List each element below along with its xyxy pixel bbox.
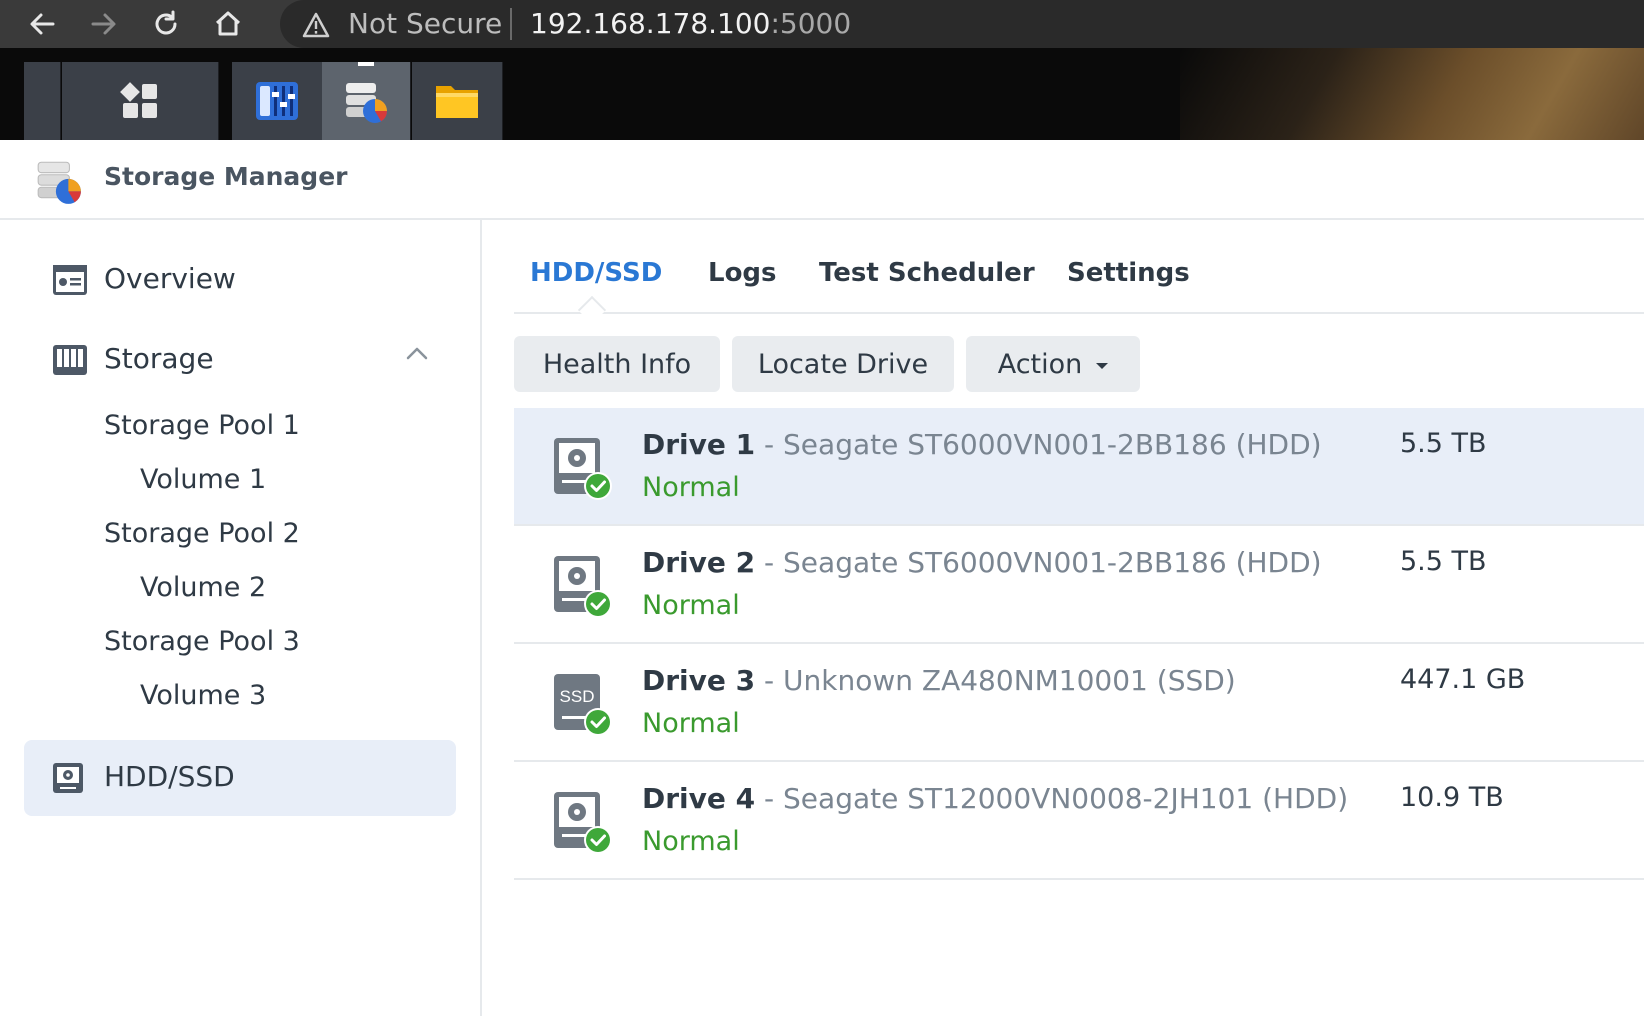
forward-button[interactable] — [84, 4, 124, 44]
home-icon — [215, 11, 241, 36]
active-indicator — [358, 62, 374, 66]
url-text[interactable]: 192.168.178.100:5000 — [530, 6, 851, 42]
locate-drive-button[interactable]: Locate Drive — [732, 336, 954, 392]
hdd-status-icon — [554, 792, 612, 854]
storage-manager-icon — [346, 83, 387, 123]
storage-manager-window: Storage Manager Overview Storage Storage… — [0, 140, 1644, 1016]
forward-arrow-icon — [91, 13, 116, 35]
drive-size: 10.9 TB — [1400, 782, 1504, 813]
locate-drive-label: Locate Drive — [757, 348, 929, 380]
sidebar-item-storage-pool-3[interactable]: Storage Pool 3 — [104, 626, 300, 657]
tab-logs[interactable]: Logs — [708, 258, 777, 288]
drive-row[interactable]: Drive 1 - Seagate ST6000VN001-2BB186 (HD… — [514, 408, 1644, 526]
warning-icon — [302, 12, 330, 38]
tab-bar: HDD/SSD Logs Test Scheduler Settings — [514, 220, 1644, 325]
drive-size: 5.5 TB — [1400, 428, 1487, 459]
main-menu-icon — [120, 82, 157, 118]
tab-test-scheduler[interactable]: Test Scheduler — [819, 258, 1035, 288]
sidebar-item-volume-2[interactable]: Volume 2 — [140, 572, 266, 603]
drive-status: Normal — [642, 590, 740, 621]
drive-model: - Seagate ST6000VN001-2BB186 (HDD) — [755, 428, 1322, 461]
hdd-status-icon — [554, 438, 612, 500]
dsm-taskbar — [0, 48, 1644, 140]
drive-title: Drive 1 - Seagate ST6000VN001-2BB186 (HD… — [642, 428, 1322, 461]
drive-title: Drive 2 - Seagate ST6000VN001-2BB186 (HD… — [642, 546, 1322, 579]
drive-model: - Unknown ZA480NM10001 (SSD) — [755, 664, 1236, 697]
browser-toolbar: Not Secure 192.168.178.100:5000 — [0, 0, 1644, 48]
ssd-label: SSD — [560, 687, 595, 706]
tab-settings[interactable]: Settings — [1067, 258, 1190, 288]
drive-model: - Seagate ST6000VN001-2BB186 (HDD) — [755, 546, 1322, 579]
taskbar-edge — [24, 62, 61, 140]
control-panel-icon — [256, 82, 298, 120]
health-info-label: Health Info — [542, 348, 692, 380]
chevron-up-icon[interactable] — [406, 346, 428, 360]
caret-down-icon — [1096, 363, 1109, 369]
drive-name: Drive 3 — [642, 664, 756, 697]
app-title: Storage Manager — [104, 162, 348, 191]
url-host: 192.168.178.100 — [530, 7, 771, 40]
drive-title: Drive 4 - Seagate ST12000VN0008-2JH101 (… — [642, 782, 1348, 815]
sidebar-item-hdd-ssd[interactable]: HDD/SSD — [24, 740, 456, 816]
home-button[interactable] — [208, 4, 248, 44]
url-port: :5000 — [770, 7, 852, 40]
drive-row[interactable]: Drive 2 - Seagate ST6000VN001-2BB186 (HD… — [514, 526, 1644, 644]
action-dropdown[interactable]: Action — [966, 336, 1140, 392]
ssd-status-icon: SSD — [554, 674, 612, 736]
tab-hdd-ssd[interactable]: HDD/SSD — [530, 258, 662, 288]
storage-icon — [53, 345, 87, 375]
drive-status: Normal — [642, 472, 740, 503]
drive-status: Normal — [642, 708, 740, 739]
drive-row[interactable]: Drive 4 - Seagate ST12000VN0008-2JH101 (… — [514, 762, 1644, 880]
sidebar: Overview Storage Storage Pool 1 Volume 1… — [0, 220, 482, 1016]
action-label: Action — [997, 348, 1083, 380]
sidebar-item-label: HDD/SSD — [104, 760, 235, 793]
drive-status: Normal — [642, 826, 740, 857]
sidebar-item-overview[interactable]: Overview — [24, 242, 456, 318]
desktop-wallpaper — [1180, 48, 1644, 140]
drive-size: 447.1 GB — [1400, 664, 1526, 695]
app-icon — [37, 161, 81, 204]
main-menu-button[interactable] — [62, 62, 219, 140]
active-tab-indicator — [577, 295, 607, 325]
drive-name: Drive 1 — [642, 428, 756, 461]
sidebar-item-label: Storage — [104, 342, 214, 375]
sidebar-item-volume-1[interactable]: Volume 1 — [140, 464, 266, 495]
overview-icon — [53, 265, 87, 295]
sidebar-item-volume-3[interactable]: Volume 3 — [140, 680, 266, 711]
back-arrow-icon — [30, 13, 55, 35]
taskbar-storage-manager[interactable] — [322, 62, 411, 140]
back-button[interactable] — [22, 4, 62, 44]
security-label[interactable]: Not Secure — [348, 6, 502, 42]
health-info-button[interactable]: Health Info — [514, 336, 720, 392]
address-separator — [510, 8, 512, 40]
drive-name: Drive 4 — [642, 782, 756, 815]
taskbar-file-station[interactable] — [412, 62, 503, 140]
hdd-icon — [53, 763, 83, 793]
sidebar-item-storage[interactable]: Storage — [24, 322, 456, 398]
drive-model: - Seagate ST12000VN0008-2JH101 (HDD) — [755, 782, 1349, 815]
taskbar-control-panel[interactable] — [232, 62, 323, 140]
drive-name: Drive 2 — [642, 546, 756, 579]
sidebar-item-storage-pool-2[interactable]: Storage Pool 2 — [104, 518, 300, 549]
sidebar-item-storage-pool-1[interactable]: Storage Pool 1 — [104, 410, 300, 441]
reload-icon — [155, 10, 177, 35]
sidebar-item-label: Overview — [104, 262, 236, 295]
drive-size: 5.5 TB — [1400, 546, 1487, 577]
drive-title: Drive 3 - Unknown ZA480NM10001 (SSD) — [642, 664, 1236, 697]
reload-button[interactable] — [146, 4, 186, 44]
drive-row[interactable]: SSD Drive 3 - Unknown ZA480NM10001 (SSD)… — [514, 644, 1644, 762]
window-header: Storage Manager — [0, 140, 1644, 220]
folder-icon — [436, 86, 478, 118]
hdd-status-icon — [554, 556, 612, 618]
